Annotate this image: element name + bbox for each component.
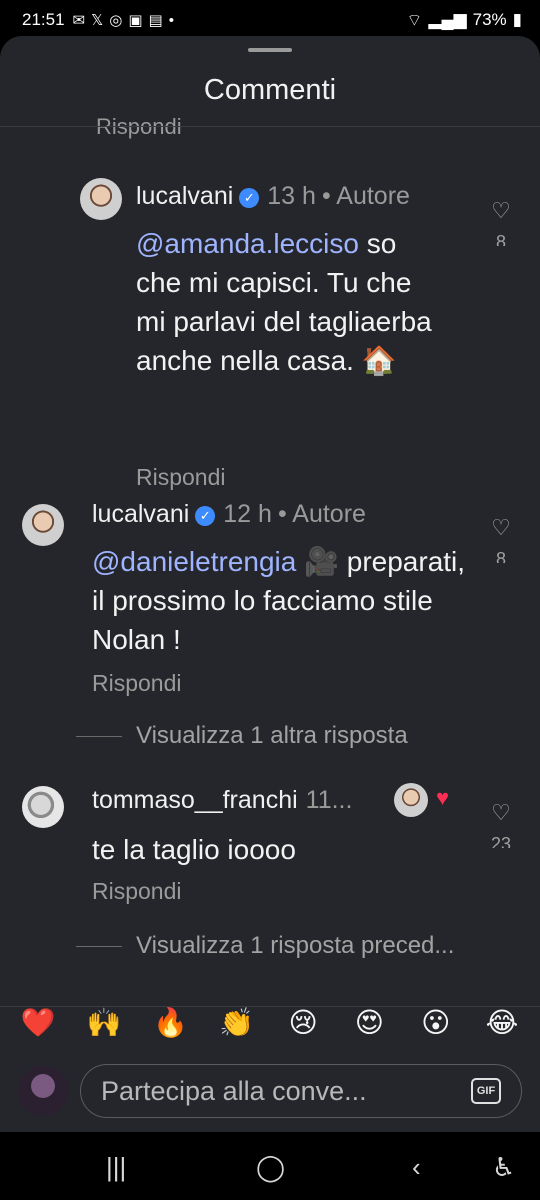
username[interactable]: lucalvani xyxy=(136,182,233,210)
notification-icons: ✉ 𝕏 ◎ ▣ ▤ • xyxy=(72,11,174,30)
app-icon: ◎ xyxy=(109,12,123,29)
thread-line xyxy=(76,735,122,737)
battery-icon: ▮ xyxy=(512,10,522,29)
comment-text: te la taglio ioooo xyxy=(92,834,296,865)
author-heart-icon: ♥ xyxy=(436,785,450,810)
reply-button[interactable]: Rispondi xyxy=(136,464,226,491)
system-icons: ⌔ ▂▄▆ 73% ▮ xyxy=(406,10,522,31)
like-count: 8 xyxy=(495,549,506,563)
emoji-surprised[interactable]: 😮 xyxy=(416,1006,456,1039)
heart-outline-icon: ♡ xyxy=(491,515,511,540)
cut-off-reply-link[interactable]: Rispondi xyxy=(96,110,182,140)
emoji-clap[interactable]: 👏 xyxy=(217,1006,257,1039)
gif-button[interactable]: GIF xyxy=(471,1078,501,1104)
comment-time: 13 h xyxy=(267,182,316,210)
heart-outline-icon: ♡ xyxy=(491,800,511,825)
drag-handle[interactable] xyxy=(248,48,292,52)
username[interactable]: lucalvani xyxy=(92,500,189,528)
emoji-crying[interactable]: 😢 xyxy=(283,1006,323,1039)
comments-sheet: Commenti Rispondi lucalvani ✓ 13 h • Autore… xyxy=(0,36,540,1132)
verified-icon: ✓ xyxy=(195,506,216,526)
like-count: 8 xyxy=(495,232,506,246)
sheet-title: Commenti xyxy=(203,74,337,106)
like-button[interactable]: ♡ 8 xyxy=(486,198,516,247)
status-time: 21:51 xyxy=(22,10,65,29)
reply-button[interactable]: Rispondi xyxy=(92,878,182,905)
title-divider xyxy=(0,126,540,127)
like-button[interactable]: ♡ 23 xyxy=(486,800,516,849)
dot-icon: • xyxy=(168,11,174,29)
image-icon: ▣ xyxy=(128,12,143,29)
verified-icon: ✓ xyxy=(239,188,260,208)
like-button[interactable]: ♡ 8 xyxy=(486,515,516,564)
status-bar: 21:51 ✉ 𝕏 ◎ ▣ ▤ • ⌔ ▂▄▆ 73% ▮ xyxy=(0,0,540,40)
reply-button[interactable]: Rispondi xyxy=(92,670,182,697)
emoji-raised-hands[interactable]: 🙌 xyxy=(84,1006,124,1039)
recents-icon[interactable]: ||| xyxy=(106,1152,126,1183)
calendar-icon: ▤ xyxy=(148,12,163,29)
comment-header: lucalvani ✓ 13 h • Autore xyxy=(136,182,410,211)
view-replies-button[interactable]: Visualizza 1 altra risposta xyxy=(76,722,408,750)
back-icon[interactable]: ‹ xyxy=(412,1152,421,1183)
view-previous-replies-button[interactable]: Visualizza 1 risposta preced... xyxy=(76,932,454,960)
thread-line xyxy=(76,945,122,947)
comment-text: @danieletrengia 🎥 preparati, il prossimo… xyxy=(92,546,466,655)
accessibility-icon[interactable]: ♿ xyxy=(492,1152,515,1183)
mail-icon: ✉ xyxy=(72,12,86,29)
comment-composer: Partecipa alla conve... GIF xyxy=(18,1064,522,1118)
signal-icon: ▂▄▆ xyxy=(428,10,467,29)
author-liked-avatar xyxy=(394,783,428,817)
comment-text: @amanda.lecciso so che mi capisci. Tu ch… xyxy=(136,228,432,376)
emoji-fire[interactable]: 🔥 xyxy=(151,1006,191,1039)
comment-time: 12 h xyxy=(223,500,272,528)
username[interactable]: tommaso__franchi xyxy=(92,786,298,814)
mention-link[interactable]: @amanda.lecciso xyxy=(136,228,359,259)
avatar[interactable] xyxy=(22,504,64,546)
battery-percent: 73% xyxy=(472,10,507,29)
comment-time: 11... xyxy=(305,786,353,814)
quick-emoji-bar: ❤️ 🙌 🔥 👏 😢 😍 😮 😂 xyxy=(18,1006,522,1039)
avatar[interactable] xyxy=(80,178,122,220)
comment-input[interactable]: Partecipa alla conve... GIF xyxy=(80,1064,522,1118)
system-navbar: ||| ◯ ‹ ♿ xyxy=(0,1132,540,1200)
comment-header: lucalvani ✓ 12 h • Autore xyxy=(92,500,366,529)
like-count: 23 xyxy=(490,834,512,848)
heart-outline-icon: ♡ xyxy=(491,198,511,223)
emoji-laughing[interactable]: 😂 xyxy=(482,1006,522,1039)
comment-header: tommaso__franchi 11... xyxy=(92,786,352,815)
comment-placeholder: Partecipa alla conve... xyxy=(101,1075,367,1106)
emoji-heart[interactable]: ❤️ xyxy=(18,1006,58,1039)
author-badge: • Autore xyxy=(277,500,366,528)
wifi-icon: ⌔ xyxy=(406,10,423,30)
x-icon: 𝕏 xyxy=(91,12,104,29)
avatar[interactable] xyxy=(22,786,64,828)
home-icon[interactable]: ◯ xyxy=(256,1152,285,1183)
emoji-heart-eyes[interactable]: 😍 xyxy=(349,1006,389,1039)
author-badge: • Autore xyxy=(321,182,410,210)
mention-link[interactable]: @danieletrengia xyxy=(92,546,296,577)
my-avatar xyxy=(18,1066,68,1116)
